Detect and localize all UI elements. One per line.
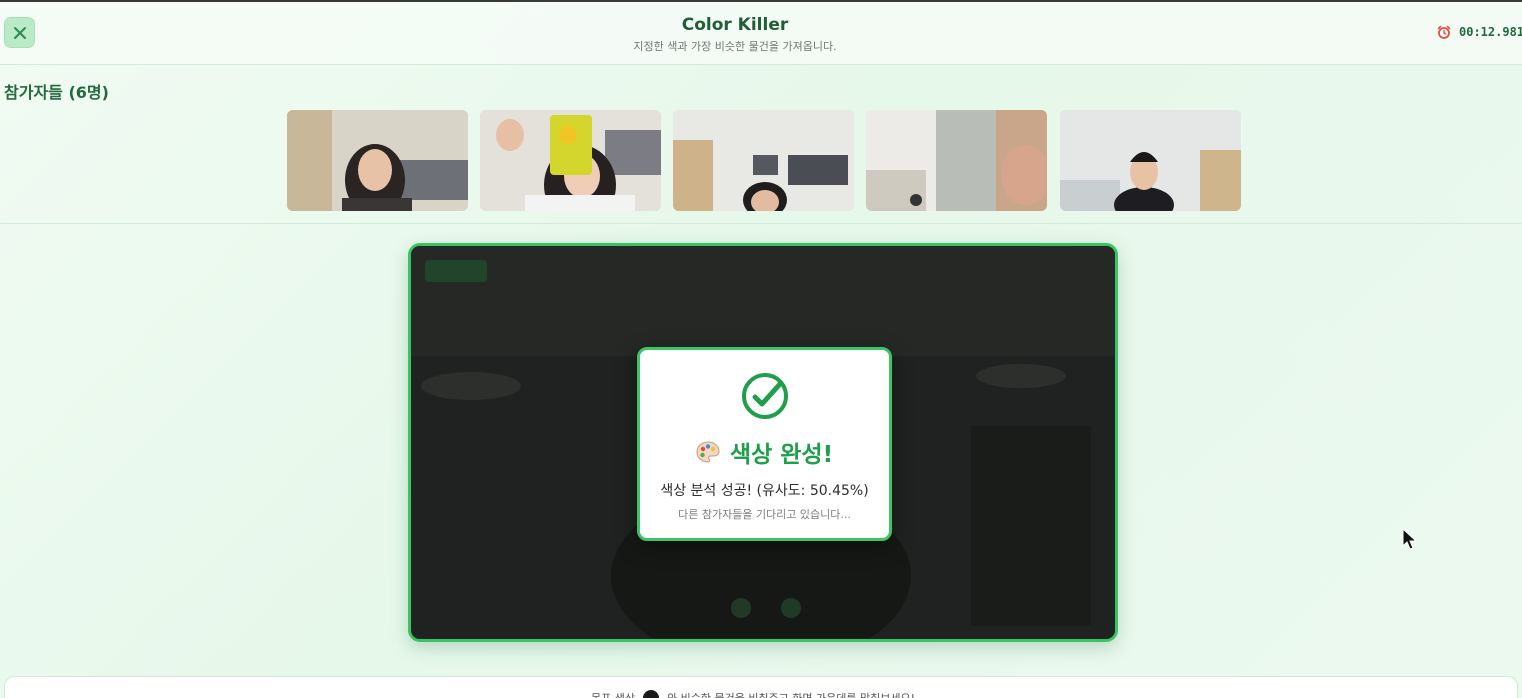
game-title: Color Killer bbox=[681, 15, 789, 35]
status-badge bbox=[425, 260, 487, 282]
timer-value: 00:12.981 bbox=[1459, 25, 1522, 39]
participant-video-2[interactable] bbox=[480, 110, 661, 211]
palette-icon bbox=[696, 441, 720, 463]
participant-video-3[interactable] bbox=[673, 110, 854, 211]
participant-video-5[interactable] bbox=[1060, 110, 1241, 211]
game-subtitle: 지정한 색과 가장 비슷한 물건을 가져옵니다. bbox=[633, 40, 837, 53]
target-color-row: 목표 색상 와 비슷한 물건을 비춰주고 화면 가운데를 맞춰보세요! bbox=[591, 690, 915, 698]
success-modal: 색상 완성! 색상 분석 성공! (유사도: 50.45%) 다른 참가자들을 … bbox=[637, 347, 892, 541]
timer: 00:12.981 bbox=[1437, 25, 1522, 39]
target-color-label: 목표 색상 bbox=[591, 690, 635, 698]
game-header: Color Killer 지정한 색과 가장 비슷한 물건을 가져옵니다. 00… bbox=[0, 2, 1522, 65]
target-color-swatch bbox=[642, 690, 659, 698]
mouse-cursor-icon bbox=[1402, 528, 1418, 550]
waiting-message: 다른 참가자들을 기다리고 있습니다... bbox=[678, 508, 851, 521]
participant-video-1[interactable] bbox=[287, 110, 468, 211]
modal-title-row: 색상 완성! bbox=[640, 435, 889, 469]
target-color-panel: 목표 색상 와 비슷한 물건을 비춰주고 화면 가운데를 맞춰보세요! bbox=[4, 676, 1518, 698]
camera-stage: 색상 완성! 색상 분석 성공! (유사도: 50.45%) 다른 참가자들을 … bbox=[408, 243, 1118, 642]
check-circle-icon bbox=[742, 373, 788, 419]
participants-title: 참가자들 (6명) bbox=[4, 83, 109, 102]
alarm-clock-icon bbox=[1437, 25, 1451, 39]
participant-video-4[interactable] bbox=[866, 110, 1047, 211]
similarity-message: 색상 분석 성공! (유사도: 50.45%) bbox=[660, 483, 869, 499]
target-color-hint: 와 비슷한 물건을 비춰주고 화면 가운데를 맞춰보세요! bbox=[667, 690, 915, 698]
modal-title: 색상 완성! bbox=[729, 442, 834, 468]
